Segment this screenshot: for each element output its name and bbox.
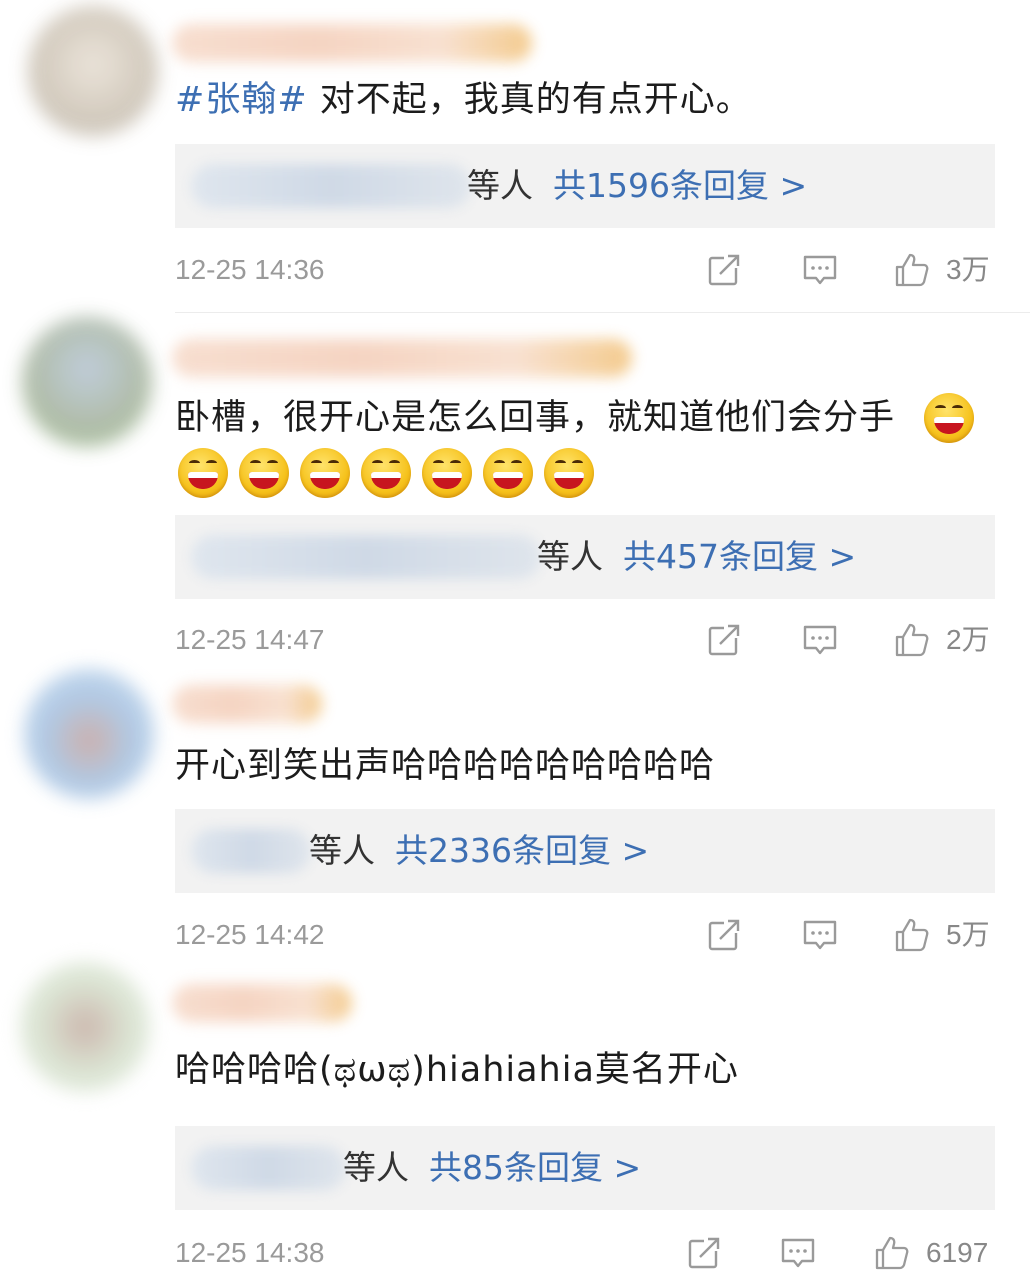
like-count: 5万 bbox=[946, 919, 990, 950]
reply-users bbox=[191, 1146, 346, 1190]
thumbs-up-icon[interactable] bbox=[874, 1235, 910, 1271]
replies-count-link[interactable]: 共2336条回复 > bbox=[395, 831, 649, 870]
avatar[interactable] bbox=[22, 317, 152, 447]
username[interactable] bbox=[172, 984, 352, 1022]
replies-count-link[interactable]: 共457条回复 > bbox=[623, 537, 856, 576]
thumbs-up-icon[interactable] bbox=[894, 917, 930, 953]
emoji-row bbox=[178, 448, 594, 498]
thumbs-up-icon[interactable] bbox=[894, 622, 930, 658]
share-icon[interactable] bbox=[706, 622, 742, 658]
comment-icon[interactable] bbox=[802, 252, 838, 288]
replies-suffix: 等人 bbox=[537, 537, 603, 576]
timestamp: 12-25 14:36 bbox=[175, 254, 325, 285]
laughing-emoji-icon bbox=[544, 448, 594, 498]
reply-users bbox=[191, 164, 471, 208]
replies-suffix: 等人 bbox=[343, 1148, 409, 1187]
comment-item: #张翰# 对不起，我真的有点开心。 等人 共1596条回复 > 12-25 14:… bbox=[0, 0, 1030, 313]
comment-item: 卧槽，很开心是怎么回事，就知道他们会分手 等人 共457条回复 > 12-25 1… bbox=[0, 313, 1030, 673]
replies-count-link[interactable]: 共1596条回复 > bbox=[553, 166, 807, 205]
timestamp: 12-25 14:47 bbox=[175, 624, 325, 655]
laughing-emoji-icon bbox=[239, 448, 289, 498]
replies-box[interactable]: 等人 共1596条回复 > bbox=[175, 144, 995, 228]
comment-body: 开心到笑出声哈哈哈哈哈哈哈哈哈 bbox=[175, 746, 716, 786]
laughing-emoji-icon bbox=[422, 448, 472, 498]
reply-users bbox=[191, 829, 311, 873]
timestamp: 12-25 14:38 bbox=[175, 1237, 325, 1268]
comment-item: 哈哈哈哈(ಥωಥ)hiahiahia莫名开心 等人 共85条回复 > 12-25 … bbox=[0, 960, 1030, 1280]
laughing-emoji-icon bbox=[483, 448, 533, 498]
username[interactable] bbox=[172, 339, 632, 377]
like-count: 2万 bbox=[946, 624, 990, 655]
replies-suffix: 等人 bbox=[467, 166, 533, 205]
avatar[interactable] bbox=[24, 669, 154, 799]
replies-box[interactable]: 等人 共2336条回复 > bbox=[175, 809, 995, 893]
hashtag-link[interactable]: #张翰# bbox=[175, 80, 308, 120]
share-icon[interactable] bbox=[686, 1235, 722, 1271]
timestamp: 12-25 14:42 bbox=[175, 919, 325, 950]
comment-text: 开心到笑出声哈哈哈哈哈哈哈哈哈 bbox=[175, 738, 995, 794]
replies-box[interactable]: 等人 共85条回复 > bbox=[175, 1126, 995, 1210]
comment-icon[interactable] bbox=[780, 1235, 816, 1271]
replies-suffix: 等人 bbox=[309, 831, 375, 870]
laughing-emoji-icon bbox=[178, 448, 228, 498]
laughing-emoji-icon bbox=[300, 448, 350, 498]
username[interactable] bbox=[172, 685, 322, 723]
comment-text: #张翰# 对不起，我真的有点开心。 bbox=[175, 72, 995, 128]
comment-text: 哈哈哈哈(ಥωಥ)hiahiahia莫名开心 bbox=[175, 1042, 995, 1098]
comment-body: 对不起，我真的有点开心。 bbox=[319, 80, 752, 120]
share-icon[interactable] bbox=[706, 917, 742, 953]
avatar[interactable] bbox=[28, 6, 158, 136]
replies-count-link[interactable]: 共85条回复 > bbox=[429, 1148, 641, 1187]
like-count: 6197 bbox=[926, 1237, 989, 1268]
replies-box[interactable]: 等人 共457条回复 > bbox=[175, 515, 995, 599]
username[interactable] bbox=[172, 24, 532, 62]
comment-icon[interactable] bbox=[802, 622, 838, 658]
reply-users bbox=[191, 535, 541, 579]
laughing-emoji-icon bbox=[361, 448, 411, 498]
comment-body: 卧槽，很开心是怎么回事，就知道他们会分手 bbox=[175, 398, 896, 438]
like-count: 3万 bbox=[946, 254, 990, 285]
comment-item: 开心到笑出声哈哈哈哈哈哈哈哈哈 等人 共2336条回复 > 12-25 14:42… bbox=[0, 665, 1030, 965]
comment-text: 卧槽，很开心是怎么回事，就知道他们会分手 bbox=[175, 390, 995, 446]
comment-icon[interactable] bbox=[802, 917, 838, 953]
laughing-emoji-icon bbox=[924, 393, 974, 443]
comment-body: 哈哈哈哈(ಥωಥ)hiahiahia莫名开心 bbox=[175, 1050, 739, 1090]
thumbs-up-icon[interactable] bbox=[894, 252, 930, 288]
share-icon[interactable] bbox=[706, 252, 742, 288]
avatar[interactable] bbox=[20, 962, 150, 1092]
